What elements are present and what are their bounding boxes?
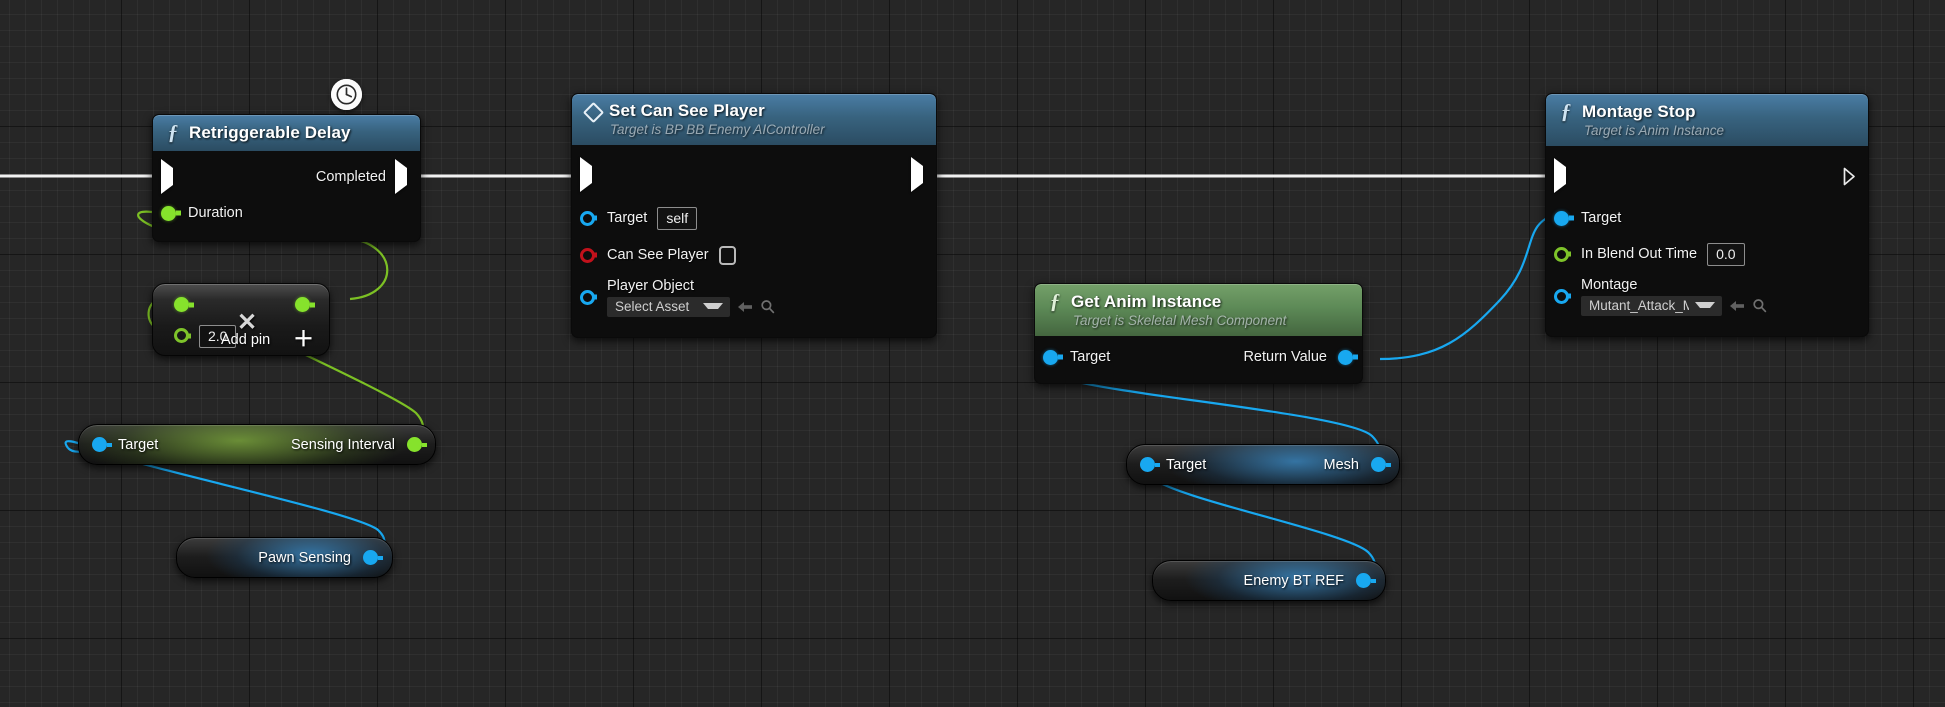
node-body: Completed Duration	[153, 151, 420, 241]
chevron-down-icon[interactable]	[1695, 302, 1715, 308]
node-multiply[interactable]: 2.0 ✕ Add pin ＋	[152, 283, 330, 356]
can-see-player-pin[interactable]	[580, 247, 595, 263]
node-mesh[interactable]: Target Mesh	[1126, 444, 1400, 485]
montage-asset-picker[interactable]: Mutant_Attack_M	[1581, 295, 1767, 316]
object-wire-getaniminstance-to-montagestop-target	[1379, 212, 1558, 361]
browse-search-icon[interactable]	[1752, 298, 1767, 313]
exec-in-pin[interactable]	[161, 158, 176, 194]
clock-icon	[331, 79, 362, 110]
node-title: Montage Stop	[1582, 101, 1696, 121]
select-asset-value: Select Asset	[615, 298, 690, 314]
sensing-interval-target-pin[interactable]	[92, 437, 107, 452]
node-body: Target In Blend Out Time 0.0 Montage Mut…	[1546, 146, 1868, 336]
node-title: Get Anim Instance	[1071, 291, 1222, 311]
montage-pin[interactable]	[1554, 288, 1569, 304]
set-variable-diamond-icon	[584, 103, 601, 120]
target-pin[interactable]	[580, 210, 595, 226]
node-title: Set Can See Player	[609, 101, 765, 120]
montage-dropdown[interactable]: Mutant_Attack_M	[1581, 295, 1722, 316]
exec-in-pin[interactable]	[1554, 157, 1569, 193]
exec-out-label: Completed	[315, 169, 386, 185]
node-subtitle: Target is Anim Instance	[1584, 123, 1725, 138]
node-title: Retriggerable Delay	[189, 122, 351, 142]
mesh-output-label: Mesh	[1323, 456, 1359, 473]
pin-row-exec[interactable]	[1546, 152, 1868, 200]
enemy-bt-ref-label: Enemy BT REF	[1243, 572, 1344, 589]
add-pin-plus-icon[interactable]: ＋	[293, 329, 314, 350]
sensing-interval-output-label: Sensing Interval	[291, 436, 395, 453]
target-label: Target	[607, 210, 648, 226]
target-label: Target	[1070, 349, 1111, 365]
use-selected-asset-arrow-icon[interactable]	[1729, 299, 1745, 313]
node-subtitle: Target is BP BB Enemy AIController	[610, 122, 825, 137]
node-montage-stop[interactable]: ƒ Montage Stop Target is Anim Instance T…	[1545, 93, 1869, 337]
pin-row-montage[interactable]: Montage Mutant_Attack_M	[1546, 272, 1868, 320]
node-set-can-see-player[interactable]: Set Can See Player Target is BP BB Enemy…	[571, 93, 937, 338]
duration-label: Duration	[188, 205, 243, 221]
node-enemy-bt-ref[interactable]: Enemy BT REF	[1152, 560, 1386, 601]
can-see-player-label: Can See Player	[607, 247, 709, 263]
pin-row-target[interactable]: Target self	[572, 199, 936, 237]
add-pin-label[interactable]: Add pin	[221, 332, 270, 348]
node-pawn-sensing[interactable]: Pawn Sensing	[176, 537, 393, 578]
chevron-down-icon[interactable]	[703, 303, 723, 309]
can-see-player-checkbox[interactable]	[718, 245, 736, 265]
select-asset-dropdown[interactable]: Select Asset	[607, 296, 730, 317]
duration-pin[interactable]	[161, 205, 176, 221]
return-value-pin[interactable]	[1338, 349, 1353, 365]
node-subtitle: Target is Skeletal Mesh Component	[1073, 313, 1287, 328]
node-body: Target Return Value	[1035, 336, 1362, 383]
multiply-output-pin[interactable]	[295, 297, 310, 312]
exec-out-pin[interactable]	[395, 158, 410, 194]
exec-in-pin[interactable]	[580, 156, 595, 192]
node-sensing-interval[interactable]: Target Sensing Interval	[78, 424, 436, 465]
enemy-bt-ref-output-pin[interactable]	[1356, 573, 1371, 588]
function-f-icon: ƒ	[1560, 99, 1572, 123]
player-object-pin[interactable]	[580, 289, 595, 305]
player-object-label: Player Object	[607, 277, 695, 294]
in-blend-out-time-value[interactable]: 0.0	[1707, 242, 1745, 266]
function-f-icon: ƒ	[1049, 289, 1061, 313]
pin-row-in-blend-out-time[interactable]: In Blend Out Time 0.0	[1546, 236, 1868, 272]
pawn-sensing-output-pin[interactable]	[363, 550, 378, 565]
exec-out-pin[interactable]	[1843, 167, 1858, 186]
target-pin[interactable]	[1043, 349, 1058, 365]
mesh-target-pin[interactable]	[1140, 457, 1155, 472]
sensing-interval-output-pin[interactable]	[407, 437, 422, 452]
sensing-interval-target-label: Target	[118, 436, 159, 453]
node-header[interactable]: Set Can See Player Target is BP BB Enemy…	[572, 94, 936, 145]
function-f-icon: ƒ	[167, 120, 179, 144]
node-retriggerable-delay[interactable]: ƒ Retriggerable Delay Completed Duration	[152, 114, 421, 242]
return-value-label: Return Value	[1243, 349, 1327, 365]
montage-label: Montage	[1581, 276, 1638, 293]
node-header[interactable]: ƒ Retriggerable Delay	[153, 115, 420, 151]
browse-search-icon[interactable]	[760, 299, 775, 314]
use-selected-asset-arrow-icon[interactable]	[737, 300, 753, 314]
pin-row-exec[interactable]: Completed	[153, 157, 420, 197]
player-object-asset-picker[interactable]: Select Asset	[607, 296, 775, 317]
pin-row-target[interactable]: Target	[1546, 200, 1868, 236]
target-pin[interactable]	[1554, 210, 1569, 226]
multiply-input-a-pin[interactable]	[174, 297, 189, 312]
blueprint-graph-canvas[interactable]: ƒ Retriggerable Delay Completed Duration	[0, 0, 1945, 707]
exec-out-pin[interactable]	[911, 156, 926, 192]
node-header[interactable]: ƒ Get Anim Instance Target is Skeletal M…	[1035, 284, 1362, 336]
multiply-input-b-pin[interactable]	[174, 328, 189, 343]
in-blend-out-time-label: In Blend Out Time	[1581, 246, 1698, 262]
pin-row-can-see-player[interactable]: Can See Player	[572, 237, 936, 273]
target-value[interactable]: self	[657, 206, 698, 230]
pin-row-player-object[interactable]: Player Object Select Asset	[572, 273, 936, 321]
pin-row-exec[interactable]	[572, 151, 936, 199]
in-blend-out-time-pin[interactable]	[1554, 246, 1569, 262]
node-body: Target self Can See Player Player Object…	[572, 145, 936, 337]
mesh-output-pin[interactable]	[1371, 457, 1386, 472]
pin-row-duration[interactable]: Duration	[153, 197, 420, 229]
pawn-sensing-label: Pawn Sensing	[258, 549, 351, 566]
pin-row-target-return[interactable]: Target Return Value	[1035, 341, 1362, 373]
target-label: Target	[1581, 210, 1622, 226]
montage-value: Mutant_Attack_M	[1589, 297, 1689, 313]
mesh-target-label: Target	[1166, 456, 1207, 473]
node-header[interactable]: ƒ Montage Stop Target is Anim Instance	[1546, 94, 1868, 146]
node-get-anim-instance[interactable]: ƒ Get Anim Instance Target is Skeletal M…	[1034, 283, 1363, 384]
